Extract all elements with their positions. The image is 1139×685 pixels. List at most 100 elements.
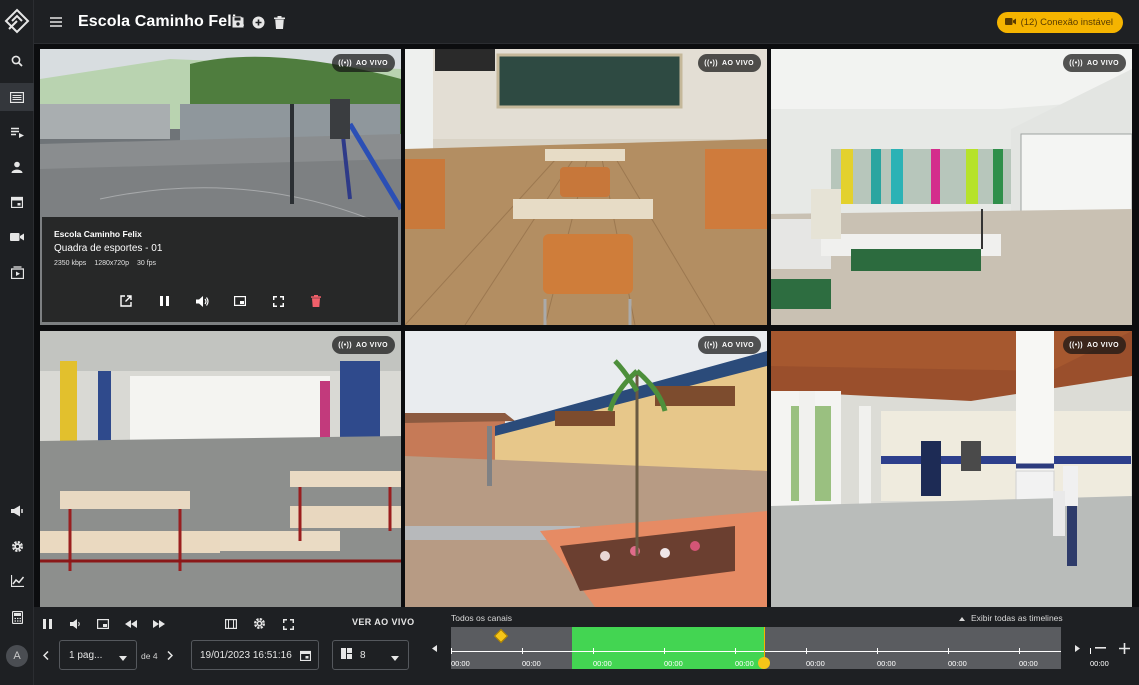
next-page-icon[interactable]	[162, 647, 178, 663]
camera-bitrate: 2350 kbps	[54, 260, 87, 267]
calendar-icon	[299, 650, 312, 664]
camera-tile-classroom-1[interactable]: ((•)) AO VIVO	[405, 49, 767, 325]
timeline-tick	[664, 648, 665, 654]
megaphone-icon[interactable]	[0, 497, 34, 525]
broadcast-icon: ((•))	[704, 341, 719, 349]
live-badge: ((•)) AO VIVO	[1063, 336, 1126, 354]
datetime-picker[interactable]: 19/01/2023 16:51:16	[191, 640, 319, 670]
panel-view-icon[interactable]	[223, 616, 239, 632]
app-logo[interactable]	[4, 8, 30, 34]
sidebar: A	[0, 0, 34, 685]
rewind-icon[interactable]	[123, 616, 139, 632]
timeline-tick-label: 00:00	[1090, 659, 1109, 668]
timeline-track[interactable]: 00:00 00:00 00:00 00:00 00:00 00:00 00:00 00:00…	[451, 627, 1109, 669]
camera-tile-sports-court[interactable]: ((•)) AO VIVO Escola Caminho Felix Quadra…	[40, 49, 401, 325]
live-badge-label: AO VIVO	[722, 341, 754, 349]
fullscreen-icon[interactable]	[270, 293, 286, 309]
broadcast-icon: ((•))	[338, 59, 353, 67]
camera-tile-cafeteria[interactable]: ((•)) AO VIVO	[40, 331, 401, 607]
camera-tile-hallway[interactable]: ((•)) AO VIVO	[771, 331, 1132, 607]
live-badge: ((•)) AO VIVO	[332, 336, 395, 354]
playlist-icon[interactable]	[0, 118, 34, 146]
go-live-button[interactable]: VER AO VIVO	[352, 617, 415, 627]
camera-tile-courtyard[interactable]: ((•)) AO VIVO	[405, 331, 767, 607]
search-icon[interactable]	[0, 47, 34, 75]
top-bar: Escola Caminho Feliz (12) Conexão instáv…	[34, 0, 1139, 44]
calendar-icon[interactable]	[0, 188, 34, 216]
live-badge: ((•)) AO VIVO	[1063, 54, 1126, 72]
timeline-channels-label: Todos os canais	[451, 613, 512, 623]
camera-resolution: 1280x720p	[94, 260, 129, 267]
live-badge-label: AO VIVO	[356, 341, 388, 349]
chevron-down-icon	[119, 653, 127, 664]
camera-name: Quadra de esportes - 01	[54, 243, 163, 254]
show-all-timelines-toggle[interactable]: Exibir todas as timelines	[959, 613, 1063, 623]
picture-in-picture-icon[interactable]	[232, 293, 248, 309]
analytics-icon[interactable]	[0, 567, 34, 595]
timeline-tick	[1090, 648, 1091, 654]
pause-icon[interactable]	[156, 293, 172, 309]
calculator-icon[interactable]	[0, 603, 34, 631]
live-badge-label: AO VIVO	[356, 59, 388, 67]
timeline-previous-icon[interactable]	[426, 640, 442, 656]
timeline-axis	[451, 651, 1061, 652]
recordings-icon[interactable]	[0, 258, 34, 286]
timeline-tick	[593, 648, 594, 654]
layout-grid-icon	[341, 648, 352, 662]
show-all-timelines-label: Exibir todas as timelines	[971, 613, 1063, 623]
broadcast-icon: ((•))	[338, 341, 353, 349]
camera-feed	[405, 49, 767, 325]
menu-icon[interactable]	[48, 13, 64, 31]
volume-icon[interactable]	[194, 293, 210, 309]
add-circle-icon[interactable]	[250, 14, 266, 30]
volume-down-icon[interactable]	[67, 616, 83, 632]
timeline-tick-label: 00:00	[522, 659, 541, 668]
event-marker-icon[interactable]	[493, 628, 509, 644]
fullscreen-icon[interactable]	[280, 616, 296, 632]
timeline-tick	[877, 648, 878, 654]
avatar[interactable]: A	[6, 645, 28, 667]
timeline-next-icon[interactable]	[1069, 640, 1085, 656]
timeline-tick-label: 00:00	[735, 659, 754, 668]
connection-status-badge[interactable]: (12) Conexão instável	[996, 12, 1123, 33]
timeline-tick-label: 00:00	[948, 659, 967, 668]
live-badge-label: AO VIVO	[1087, 341, 1119, 349]
grid-view-icon[interactable]	[0, 83, 34, 111]
datetime-value: 19/01/2023 16:51:16	[200, 649, 292, 661]
layout-select[interactable]: 8	[332, 640, 409, 670]
picture-in-picture-icon[interactable]	[95, 616, 111, 632]
person-icon[interactable]	[0, 153, 34, 181]
playhead-handle[interactable]	[758, 657, 770, 669]
broadcast-icon: ((•))	[704, 59, 719, 67]
bottom-toolbar: VER AO VIVO 1 pag... de 4 19/01/2023 16:…	[34, 607, 1139, 685]
pause-all-icon[interactable]	[39, 616, 55, 632]
previous-page-icon[interactable]	[38, 647, 54, 663]
timeline-tick-label: 00:00	[593, 659, 612, 668]
camera-info-overlay: Escola Caminho Felix Quadra de esportes …	[42, 217, 398, 322]
delete-icon[interactable]	[271, 14, 287, 30]
timeline-tick	[806, 648, 807, 654]
page-title: Escola Caminho Feliz	[78, 13, 245, 30]
open-external-icon[interactable]	[118, 293, 134, 309]
remove-camera-icon[interactable]	[308, 293, 324, 309]
broadcast-icon: ((•))	[1069, 59, 1084, 67]
zoom-out-icon[interactable]	[1092, 640, 1108, 656]
page-count: de 4	[141, 651, 158, 661]
timeline-tick-label: 00:00	[1019, 659, 1038, 668]
page-select-value: 1 pag...	[69, 649, 103, 661]
timeline-tick	[522, 648, 523, 654]
save-icon[interactable]	[230, 14, 246, 30]
camera-icon[interactable]	[0, 223, 34, 251]
chevron-down-icon	[391, 653, 399, 664]
broadcast-icon: ((•))	[1069, 341, 1084, 349]
fast-forward-icon[interactable]	[151, 616, 167, 632]
camera-feed	[40, 331, 401, 607]
caret-up-icon	[959, 613, 965, 623]
settings-icon[interactable]	[251, 615, 267, 631]
zoom-in-icon[interactable]	[1116, 640, 1132, 656]
timeline-tick	[948, 648, 949, 654]
page-select[interactable]: 1 pag...	[59, 640, 137, 670]
timeline-tick	[735, 648, 736, 654]
camera-tile-classroom-2[interactable]: ((•)) AO VIVO	[771, 49, 1132, 325]
settings-icon[interactable]	[0, 532, 34, 560]
